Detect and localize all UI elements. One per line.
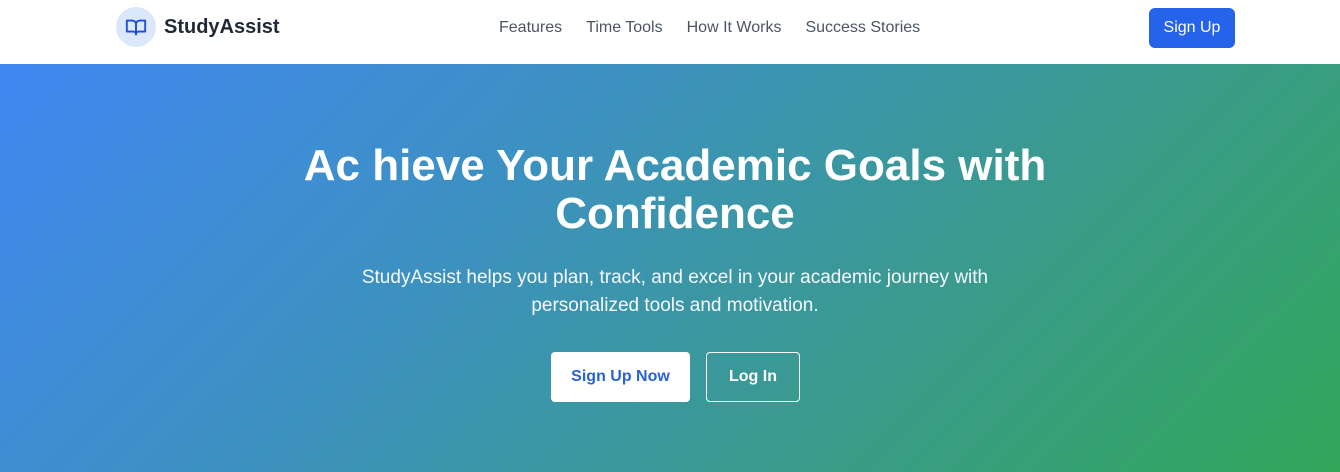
main-nav: Features Time Tools How It Works Success… — [499, 0, 920, 56]
hero-buttons: Sign Up Now Log In — [551, 352, 800, 402]
brand-name: StudyAssist — [164, 15, 280, 38]
hero-title: Ac hieve Your Academic Goals with Confid… — [303, 141, 1047, 238]
login-button[interactable]: Log In — [706, 352, 800, 402]
hero-subtitle: StudyAssist helps you plan, track, and e… — [361, 267, 989, 316]
nav-link-how-it-works[interactable]: How It Works — [687, 19, 782, 37]
nav-link-time-tools[interactable]: Time Tools — [586, 19, 662, 37]
top-navbar: StudyAssist Features Time Tools How It W… — [0, 0, 1340, 64]
signup-now-button[interactable]: Sign Up Now — [551, 352, 690, 402]
brand-logo[interactable]: StudyAssist — [116, 7, 280, 47]
hero-section: Ac hieve Your Academic Goals with Confid… — [0, 64, 1340, 472]
brand-icon-badge — [116, 7, 156, 47]
nav-link-success-stories[interactable]: Success Stories — [805, 19, 920, 37]
nav-link-features[interactable]: Features — [499, 19, 562, 37]
open-book-icon — [125, 19, 147, 36]
signup-button[interactable]: Sign Up — [1149, 8, 1235, 48]
